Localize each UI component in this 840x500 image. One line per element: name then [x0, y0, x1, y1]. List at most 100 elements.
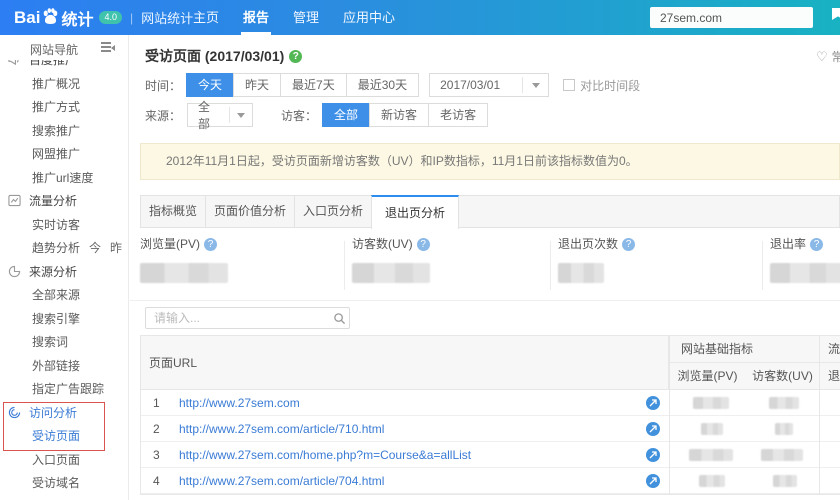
column-header-exit[interactable]: 退出 [819, 363, 840, 390]
column-header-pv[interactable]: 浏览量(PV) [669, 363, 746, 390]
page-url-link[interactable]: http://www.27sem.com/article/710.html [179, 416, 384, 442]
help-icon[interactable]: ? [416, 238, 430, 251]
sidebar-menu: 百度推广 推广概况 推广方式 搜索推广 网盟推广 推广url速度 流量分析 实时… [0, 60, 128, 500]
nav-app-center[interactable]: 应用中心 [343, 0, 395, 35]
favorite-report[interactable]: ♡ 常 [816, 48, 840, 65]
table-row: 1 http://www.27sem.com [141, 390, 840, 416]
sidebar-group-traffic-analysis[interactable]: 流量分析 [0, 189, 128, 213]
link-preview-icon[interactable] [646, 422, 660, 436]
sidebar-group-source-analysis[interactable]: 来源分析 [0, 260, 128, 284]
megaphone-icon [8, 60, 19, 66]
tab-page-value-analysis[interactable]: 页面价值分析 [206, 196, 296, 227]
visitor-all-button[interactable]: 全部 [322, 103, 371, 127]
time-last7days-button[interactable]: 最近7天 [280, 73, 347, 97]
visitor-new-button[interactable]: 新访客 [369, 103, 430, 127]
help-icon[interactable]: ? [622, 238, 636, 251]
divider [819, 336, 820, 494]
metric-uv: 访客数(UV)? [352, 235, 547, 295]
baidu-tongji-logo[interactable]: Bai 统计 4.0 | 网站统计 [14, 0, 193, 35]
time-yesterday-button[interactable]: 昨天 [233, 73, 282, 97]
help-icon[interactable]: ? [289, 50, 303, 63]
sidebar-item-trend-analysis[interactable]: 趋势分析 今 昨 [0, 236, 128, 260]
date-dropdown[interactable] [522, 77, 548, 93]
sidebar-item-realtime-visitors[interactable]: 实时访客 [0, 213, 128, 237]
metric-pv: 浏览量(PV)? [140, 235, 340, 295]
tab-metric-overview[interactable]: 指标概览 [141, 196, 207, 227]
link-preview-icon[interactable] [646, 396, 660, 410]
nav-report[interactable]: 报告 [241, 0, 272, 35]
censored-value [140, 263, 228, 283]
search-input[interactable] [146, 310, 329, 326]
nav-manage[interactable]: 管理 [293, 0, 319, 35]
sidebar-item-visited-domains[interactable]: 受访域名 [0, 471, 128, 495]
page-title-text: 受访页面 (2017/03/01) [145, 48, 285, 64]
censored-value [770, 263, 840, 283]
site-selector[interactable] [650, 7, 813, 28]
page-title: 受访页面 (2017/03/01)? [145, 46, 303, 66]
sidebar-item-label: 推广方式 [32, 100, 81, 115]
logo-divider: | [130, 10, 134, 25]
swirl-icon [8, 406, 21, 418]
sidebar-item-visited-pages[interactable]: 受访页面 [0, 424, 128, 448]
source-dropdown[interactable] [229, 107, 252, 123]
sidebar-item-promo-method[interactable]: 推广方式 [0, 95, 128, 119]
column-header-uv[interactable]: 访客数(UV) [746, 363, 819, 390]
time-label: 时间： [145, 78, 182, 93]
metric-label: 退出页次数 [558, 237, 619, 251]
time-last30days-button[interactable]: 最近30天 [345, 73, 420, 97]
divider [550, 241, 551, 290]
compare-period-checkbox[interactable] [563, 79, 576, 91]
link-preview-icon[interactable] [646, 474, 660, 488]
censored-value [352, 263, 430, 283]
tab-exit-page-analysis[interactable]: 退出页分析 [371, 195, 460, 229]
sidebar-item-all-sources[interactable]: 全部来源 [0, 283, 128, 307]
date-picker[interactable]: 2017/03/01 [429, 73, 550, 97]
metric-exit-rate: 退出率? [770, 235, 840, 295]
url-search-box [145, 307, 350, 329]
table-header: 页面URL 网站基础指标 流量 浏览量(PV) 访客数(UV) 退出 [141, 336, 840, 390]
chevron-down-icon [237, 112, 246, 118]
sidebar-collapse-icon[interactable] [101, 42, 115, 53]
favorite-label: 常 [831, 50, 840, 64]
trend-yesterday-link[interactable]: 昨 [110, 239, 122, 256]
search-icon[interactable] [329, 308, 349, 328]
top-nav: 主页 报告 管理 应用中心 [193, 0, 395, 35]
nav-home[interactable]: 主页 [193, 0, 219, 35]
sidebar-item-network-promo[interactable]: 网盟推广 [0, 142, 128, 166]
heart-icon: ♡ [816, 49, 828, 64]
column-header-url[interactable]: 页面URL [141, 336, 669, 390]
help-icon[interactable]: ? [204, 238, 218, 251]
sidebar-item-search-engines[interactable]: 搜索引擎 [0, 307, 128, 331]
sidebar-item-label: 推广url速度 [32, 170, 94, 185]
link-preview-icon[interactable] [646, 448, 660, 462]
sidebar-item-promo-overview[interactable]: 推广概况 [0, 72, 128, 96]
logo-text-suffix: 统计 [61, 11, 94, 29]
sidebar-item-search-promo[interactable]: 搜索推广 [0, 119, 128, 143]
trend-today-link[interactable]: 今 [89, 239, 101, 256]
sidebar-item-promo-url-speed[interactable]: 推广url速度 [0, 166, 128, 190]
page-url-link[interactable]: http://www.27sem.com [179, 390, 300, 416]
help-icon[interactable]: ? [810, 238, 824, 251]
flag-icon[interactable] [832, 8, 840, 20]
sidebar-item-label: 受访页面 [32, 429, 81, 444]
source-select[interactable]: 全部 [187, 100, 254, 131]
sidebar-item-external-links[interactable]: 外部链接 [0, 354, 128, 378]
sidebar-group-baidu-promo[interactable]: 百度推广 [0, 60, 128, 72]
page-url-link[interactable]: http://www.27sem.com/home.php?m=Course&a… [179, 442, 471, 468]
site-selector-value[interactable] [650, 7, 813, 28]
sidebar-item-label: 访问分析 [29, 405, 78, 420]
metric-label: 访客数(UV) [352, 237, 413, 251]
table-row: 3 http://www.27sem.com/home.php?m=Course… [141, 442, 840, 468]
compare-period-label: 对比时间段 [580, 78, 641, 93]
sidebar-group-visit-analysis[interactable]: 访问分析 [0, 401, 128, 425]
analysis-tabs: 指标概览 页面价值分析 入口页分析 退出页分析 [140, 195, 840, 229]
version-badge: 4.0 [99, 11, 122, 24]
time-today-button[interactable]: 今天 [186, 73, 235, 97]
tab-entry-page-analysis[interactable]: 入口页分析 [295, 196, 373, 227]
visitor-returning-button[interactable]: 老访客 [428, 103, 489, 127]
sidebar-item-ad-tracking[interactable]: 指定广告跟踪 [0, 377, 128, 401]
sidebar-item-search-terms[interactable]: 搜索词 [0, 330, 128, 354]
page-url-link[interactable]: http://www.27sem.com/article/704.html [179, 468, 384, 494]
censored-value [773, 475, 797, 487]
sidebar-item-entry-pages[interactable]: 入口页面 [0, 448, 128, 472]
